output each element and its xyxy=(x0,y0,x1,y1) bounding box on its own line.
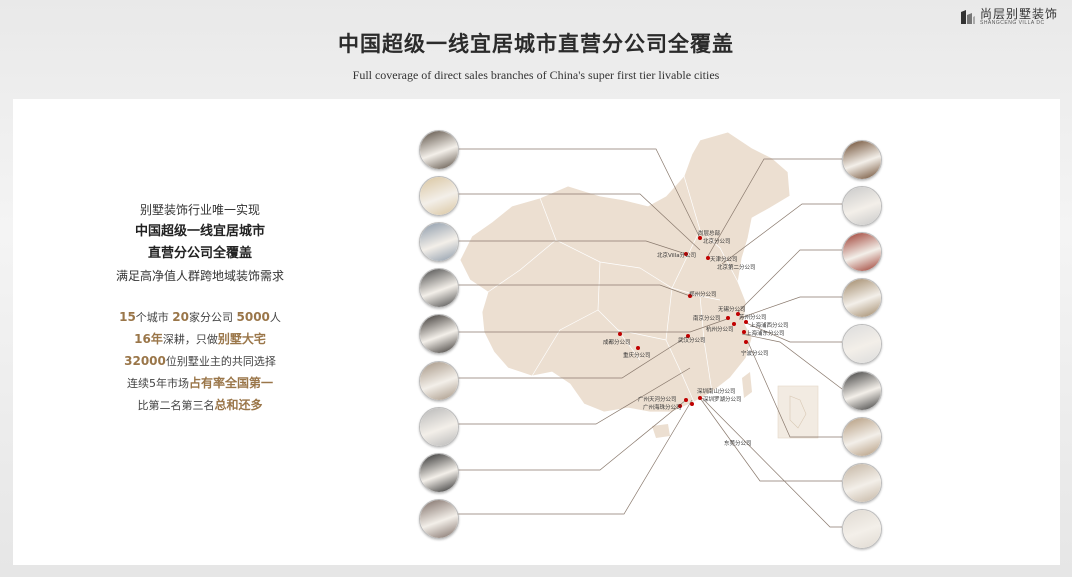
office-photo-1-icon xyxy=(419,130,459,170)
label-shenzhen-nanshan: 深圳南山分公司 xyxy=(697,389,736,395)
office-photo-3-icon xyxy=(419,222,459,263)
city-dot xyxy=(744,340,748,344)
label-wuhan: 武汉分公司 xyxy=(678,338,706,344)
label-beijing-villa: 北京Villa分公司 xyxy=(657,253,697,259)
label-chengdu: 成都分公司 xyxy=(603,340,631,346)
label-shanghai-east: 上海浦东分公司 xyxy=(746,331,785,337)
taiwan-shape xyxy=(742,372,752,398)
office-photo-2-icon xyxy=(419,176,459,217)
label-ningbo: 宁波分公司 xyxy=(741,351,769,357)
label-hq: 尚层总部 xyxy=(698,231,721,237)
label-zhengzhou: 郑州分公司 xyxy=(689,292,717,298)
label-tianjin: 天津分公司 xyxy=(710,257,738,263)
city-dot xyxy=(636,346,640,350)
label-nanjing: 南京分公司 xyxy=(693,316,721,322)
city-dot xyxy=(684,398,688,402)
label-chongqing: 重庆分公司 xyxy=(623,353,651,359)
label-suzhou: 苏州分公司 xyxy=(739,315,767,321)
label-guangzhou-haizhu: 广州海珠分公司 xyxy=(643,405,682,411)
office-photo-12-icon xyxy=(842,232,882,273)
office-photo-15-icon xyxy=(842,370,882,411)
office-photo-8-icon xyxy=(419,452,459,493)
label-dongguan: 东莞分公司 xyxy=(724,441,752,447)
label-beijing-2: 北京第二分公司 xyxy=(717,265,756,271)
city-dot xyxy=(726,316,730,320)
office-photo-9-icon xyxy=(419,498,459,539)
office-photo-6-icon xyxy=(419,360,459,401)
label-hangzhou: 杭州分公司 xyxy=(706,327,734,333)
label-shenzhen-luohu: 深圳罗湖分公司 xyxy=(703,397,742,403)
china-map-shape xyxy=(459,131,791,413)
city-dot xyxy=(698,396,702,400)
china-map xyxy=(457,131,843,528)
office-photo-10-icon xyxy=(842,140,882,180)
label-shanghai-west: 上海浦西分公司 xyxy=(750,323,789,329)
office-photo-18-icon xyxy=(842,508,882,549)
city-dot xyxy=(618,332,622,336)
office-photo-16-icon xyxy=(842,416,882,457)
south-sea-inset xyxy=(777,385,819,439)
office-photo-7-icon xyxy=(419,406,459,447)
office-photo-11-icon xyxy=(842,186,882,227)
city-dot xyxy=(690,402,694,406)
office-photo-17-icon xyxy=(842,462,882,503)
label-beijing: 北京分公司 xyxy=(703,239,731,245)
label-wuxi: 无锡分公司 xyxy=(718,307,746,313)
hainan-shape xyxy=(652,424,670,438)
label-guangzhou-tianhe: 广州天河分公司 xyxy=(638,397,677,403)
